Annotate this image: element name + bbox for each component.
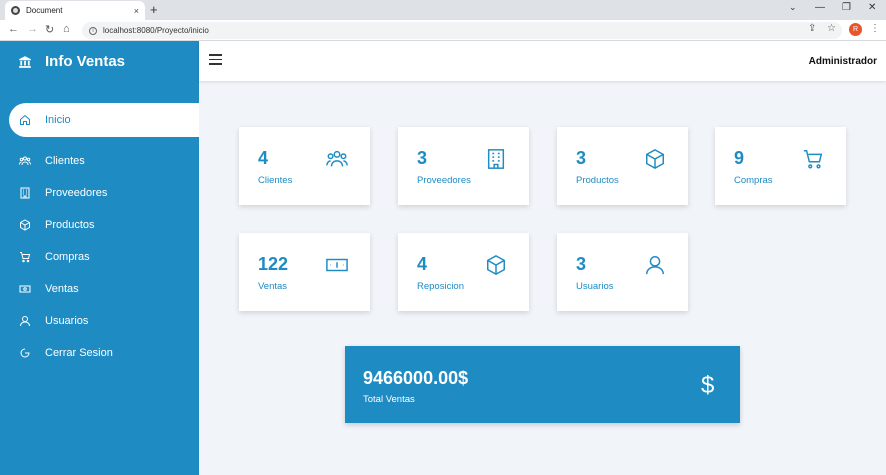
home-browser-icon[interactable]: ⌂: [63, 23, 70, 35]
users-icon: [325, 148, 349, 170]
stat-card-reposicion[interactable]: 4 Reposicion: [398, 233, 529, 311]
stat-value: 4: [417, 254, 428, 274]
brand[interactable]: Info Ventas: [18, 53, 125, 70]
browser-tabstrip: Document × + ⌄ — ❐ ✕: [0, 0, 886, 20]
stat-label: Compras: [734, 175, 773, 186]
money-icon: [18, 282, 32, 296]
cart-icon: [801, 148, 825, 170]
star-icon[interactable]: ☆: [827, 23, 836, 34]
user-icon: [18, 314, 32, 328]
address-bar-row: ← → ↻ ⌂ i localhost:8080/Proyecto/inicio…: [0, 20, 886, 41]
restore-button[interactable]: ❐: [842, 2, 851, 13]
stat-card-ventas[interactable]: 122 Ventas: [239, 233, 370, 311]
sidebar-item-productos[interactable]: Productos: [9, 211, 199, 239]
new-tab-button[interactable]: +: [150, 2, 158, 17]
stat-label: Clientes: [258, 175, 293, 186]
building-icon: [484, 148, 508, 170]
tab-title: Document: [26, 6, 63, 15]
stat-value: 122: [258, 254, 289, 274]
sidebar-item-label: Inicio: [45, 114, 71, 126]
globe-icon: [11, 6, 20, 15]
stat-value: 9: [734, 148, 745, 168]
stat-label: Reposicion: [417, 281, 464, 292]
sidebar-item-label: Ventas: [45, 283, 79, 295]
users-icon: [18, 154, 32, 168]
sidebar-item-compras[interactable]: Compras: [9, 243, 199, 271]
building-icon: [18, 186, 32, 200]
url-text: localhost:8080/Proyecto/inicio: [103, 26, 209, 35]
stat-value: 3: [576, 254, 587, 274]
forward-icon[interactable]: →: [27, 23, 38, 35]
topbar: Administrador: [199, 41, 886, 81]
stat-card-productos[interactable]: 3 Productos: [557, 127, 688, 205]
sidebar-item-usuarios[interactable]: Usuarios: [9, 307, 199, 335]
hamburger-menu-icon[interactable]: [209, 54, 222, 65]
tab-close-button[interactable]: ×: [134, 6, 139, 16]
box-icon: [18, 218, 32, 232]
total-sales-card[interactable]: 9466000.00$ Total Ventas $: [345, 346, 740, 423]
stat-card-proveedores[interactable]: 3 Proveedores: [398, 127, 529, 205]
close-window-button[interactable]: ✕: [868, 2, 876, 13]
box-icon: [484, 254, 508, 276]
stat-value: 4: [258, 148, 269, 168]
info-icon[interactable]: i: [89, 26, 97, 35]
logout-icon: [18, 346, 32, 360]
stat-label: Ventas: [258, 281, 288, 292]
stat-label: Productos: [576, 175, 619, 186]
reload-icon[interactable]: ↻: [45, 23, 54, 36]
url-bar[interactable]: i localhost:8080/Proyecto/inicio: [82, 22, 842, 39]
user-icon: [643, 254, 667, 276]
sidebar-item-label: Usuarios: [45, 315, 89, 327]
money-icon: [325, 254, 349, 276]
sidebar-item-label: Cerrar Sesion: [45, 347, 113, 359]
chevron-down-icon[interactable]: ⌄: [789, 2, 797, 13]
sidebar-item-proveedores[interactable]: Proveedores: [9, 179, 199, 207]
sidebar-item-ventas[interactable]: Ventas: [9, 275, 199, 303]
back-icon[interactable]: ←: [8, 23, 19, 35]
home-icon: [18, 113, 32, 127]
dollar-icon: $: [701, 372, 715, 399]
menu-dots-icon[interactable]: ⋮: [870, 23, 880, 34]
stat-label: Usuarios: [576, 281, 614, 292]
share-icon[interactable]: ⇪: [808, 23, 816, 34]
sidebar: Info Ventas Inicio Clientes Proveedores …: [0, 41, 199, 475]
sidebar-item-label: Productos: [45, 219, 95, 231]
box-icon: [643, 148, 667, 170]
sidebar-item-cerrar-sesion[interactable]: Cerrar Sesion: [9, 339, 199, 367]
stat-value: 3: [576, 148, 587, 168]
total-sales-label: Total Ventas: [363, 394, 415, 405]
cart-icon: [18, 250, 32, 264]
minimize-button[interactable]: —: [815, 2, 825, 13]
stat-card-clientes[interactable]: 4 Clientes: [239, 127, 370, 205]
stat-card-compras[interactable]: 9 Compras: [715, 127, 846, 205]
bank-icon: [19, 55, 31, 68]
sidebar-item-label: Compras: [45, 251, 90, 263]
sidebar-item-clientes[interactable]: Clientes: [9, 147, 199, 175]
stat-label: Proveedores: [417, 175, 471, 186]
profile-avatar[interactable]: R: [849, 23, 862, 36]
total-sales-amount: 9466000.00$: [363, 368, 469, 388]
sidebar-item-inicio[interactable]: Inicio: [9, 103, 199, 137]
sidebar-item-label: Proveedores: [45, 187, 108, 199]
stat-card-usuarios[interactable]: 3 Usuarios: [557, 233, 688, 311]
brand-title: Info Ventas: [45, 53, 126, 70]
stat-value: 3: [417, 148, 428, 168]
browser-tab[interactable]: Document ×: [5, 1, 145, 20]
sidebar-item-label: Clientes: [45, 155, 85, 167]
user-name[interactable]: Administrador: [809, 56, 877, 67]
